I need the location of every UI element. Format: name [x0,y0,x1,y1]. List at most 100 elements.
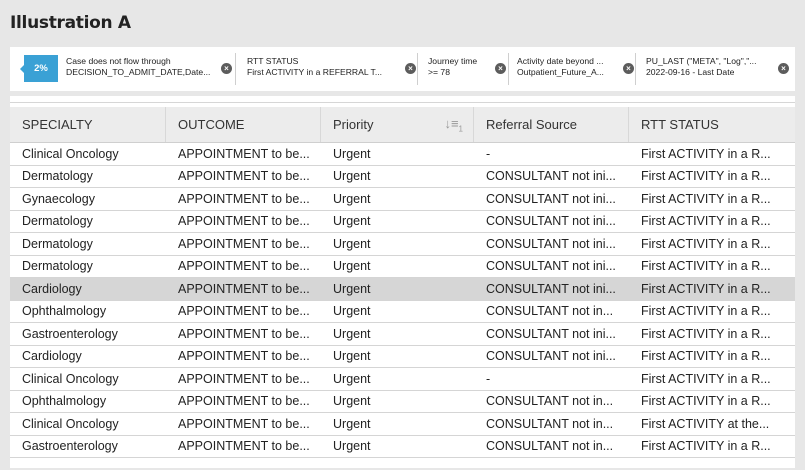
filter-chip-journey-time[interactable]: Journey time >= 78 × [428,53,509,85]
close-circle-icon[interactable]: × [405,63,416,74]
cell-specialty: Dermatology [22,259,93,274]
close-circle-icon[interactable]: × [495,63,506,74]
filter-chip-rtt-status[interactable]: RTT STATUS First ACTIVITY in a REFERRAL … [247,53,418,85]
filter-chip-activity-date[interactable]: Activity date beyond ... Outpatient_Futu… [517,53,636,85]
cell-outcome: APPOINTMENT to be... [178,236,310,251]
cell-outcome: APPOINTMENT to be... [178,416,310,431]
cell-referral-source: CONSULTANT not ini... [486,191,616,206]
cell-outcome: APPOINTMENT to be... [178,326,310,341]
table-row[interactable]: Ophthalmology APPOINTMENT to be... Urgent C… [10,300,795,323]
cell-outcome: APPOINTMENT to be... [178,304,310,319]
cell-referral-source: CONSULTANT not ini... [486,349,616,364]
sort-order-number: 1 [458,124,463,134]
cell-outcome: APPOINTMENT to be... [178,439,310,454]
cell-priority: Urgent [333,214,371,229]
close-circle-icon[interactable]: × [221,63,232,74]
filter-chip-label: PU_LAST ("META", "Log","... [646,56,757,66]
table-row[interactable]: Clinical Oncology APPOINTMENT to be... Urg… [10,143,795,166]
filter-bar: 2% Case does not flow through DECISION_T… [10,47,795,91]
table-row[interactable]: Dermatology APPOINTMENT to be... Urgent CON… [10,233,795,256]
cell-outcome: APPOINTMENT to be... [178,394,310,409]
cell-specialty: Cardiology [22,281,82,296]
filter-chip-value: DECISION_TO_ADMIT_DATE,Date... [66,67,211,77]
table-row[interactable]: Cardiology APPOINTMENT to be... Urgent CONS… [10,278,795,301]
cell-referral-source: CONSULTANT not ini... [486,326,616,341]
table-row[interactable]: Gastroenterology APPOINTMENT to be... Urge… [10,435,795,458]
cell-rtt-status: First ACTIVITY in a R... [641,439,771,454]
cell-specialty: Dermatology [22,169,93,184]
filter-chip-label: RTT STATUS [247,56,299,66]
table-scroll-strip [10,96,795,103]
table-row[interactable]: Dermatology APPOINTMENT to be... Urgent CON… [10,210,795,233]
cell-referral-source: CONSULTANT not in... [486,304,614,319]
table-row[interactable]: Clinical Oncology APPOINTMENT to be... Urg… [10,413,795,436]
table-row[interactable]: Gynaecology APPOINTMENT to be... Urgent CON… [10,188,795,211]
cell-referral-source: CONSULTANT not in... [486,394,614,409]
filter-chip-flow[interactable]: Case does not flow through DECISION_TO_A… [66,53,236,85]
column-header-specialty[interactable]: SPECIALTY [10,107,166,142]
filter-chip-value: First ACTIVITY in a REFERRAL T... [247,67,382,77]
cell-specialty: Clinical Oncology [22,371,119,386]
table-row[interactable]: Clinical Oncology APPOINTMENT to be... Urg… [10,368,795,391]
table-body: Clinical Oncology APPOINTMENT to be... Urg… [10,143,795,458]
filter-percent-badge[interactable]: 2% [24,55,58,82]
cell-referral-source: CONSULTANT not in... [486,416,614,431]
cell-referral-source: CONSULTANT not ini... [486,236,616,251]
table-row[interactable]: Dermatology APPOINTMENT to be... Urgent CON… [10,255,795,278]
cell-rtt-status: First ACTIVITY in a R... [641,191,771,206]
cell-priority: Urgent [333,281,371,296]
table-row[interactable]: Ophthalmology APPOINTMENT to be... Urgent C… [10,390,795,413]
cell-priority: Urgent [333,236,371,251]
cell-outcome: APPOINTMENT to be... [178,349,310,364]
cell-priority: Urgent [333,169,371,184]
column-header-priority[interactable]: Priority ↓≡1 [321,107,474,142]
cell-referral-source: CONSULTANT not ini... [486,281,616,296]
cell-rtt-status: First ACTIVITY in a R... [641,349,771,364]
cell-rtt-status: First ACTIVITY at the... [641,416,770,431]
cell-priority: Urgent [333,259,371,274]
column-header-referral-source[interactable]: Referral Source [474,107,629,142]
close-circle-icon[interactable]: × [623,63,634,74]
cell-rtt-status: First ACTIVITY in a R... [641,304,771,319]
sort-descending-icon[interactable]: ↓≡1 [444,116,463,134]
cell-priority: Urgent [333,304,371,319]
cell-outcome: APPOINTMENT to be... [178,371,310,386]
cell-specialty: Clinical Oncology [22,416,119,431]
column-header-label: Priority [333,117,374,132]
filter-chip-label: Activity date beyond ... [517,56,604,66]
table-row[interactable]: Gastroenterology APPOINTMENT to be... Urge… [10,323,795,346]
page-title: Illustration A [10,13,131,33]
cell-outcome: APPOINTMENT to be... [178,214,310,229]
cell-outcome: APPOINTMENT to be... [178,146,310,161]
column-header-rtt-status[interactable]: RTT STATUS [629,107,795,142]
cell-referral-source: CONSULTANT not ini... [486,214,616,229]
cell-priority: Urgent [333,416,371,431]
cell-outcome: APPOINTMENT to be... [178,259,310,274]
table-row[interactable]: Cardiology APPOINTMENT to be... Urgent CONS… [10,345,795,368]
filter-chip-value: Outpatient_Future_A... [517,67,604,77]
column-header-outcome[interactable]: OUTCOME [166,107,321,142]
cell-specialty: Cardiology [22,349,82,364]
cell-rtt-status: First ACTIVITY in a R... [641,394,771,409]
cell-rtt-status: First ACTIVITY in a R... [641,371,771,386]
filter-chip-label: Case does not flow through [66,56,171,66]
filter-chip-pu-last[interactable]: PU_LAST ("META", "Log","... 2022-09-16 -… [646,53,792,85]
cell-rtt-status: First ACTIVITY in a R... [641,259,771,274]
cell-outcome: APPOINTMENT to be... [178,169,310,184]
cell-specialty: Ophthalmology [22,304,107,319]
cell-priority: Urgent [333,349,371,364]
filter-chip-value: 2022-09-16 - Last Date [646,67,735,77]
data-table: SPECIALTY OUTCOME Priority ↓≡1 Referral … [10,107,795,458]
cell-specialty: Dermatology [22,214,93,229]
cell-rtt-status: First ACTIVITY in a R... [641,146,771,161]
table-header: SPECIALTY OUTCOME Priority ↓≡1 Referral … [10,107,795,143]
cell-referral-source: CONSULTANT not ini... [486,259,616,274]
cell-priority: Urgent [333,326,371,341]
table-row[interactable]: Dermatology APPOINTMENT to be... Urgent CON… [10,165,795,188]
cell-outcome: APPOINTMENT to be... [178,191,310,206]
cell-specialty: Gastroenterology [22,439,118,454]
cell-priority: Urgent [333,146,371,161]
cell-referral-source: - [486,146,491,161]
close-circle-icon[interactable]: × [778,63,789,74]
cell-referral-source: CONSULTANT not in... [486,439,614,454]
